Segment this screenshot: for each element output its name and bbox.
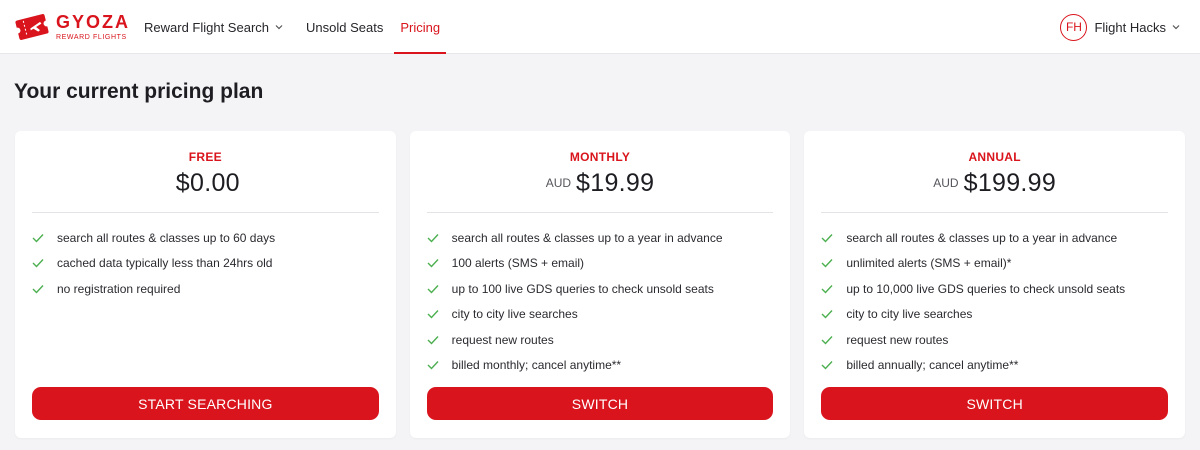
nav-item-pricing[interactable]: Pricing (394, 0, 446, 54)
plan-feature-text: city to city live searches (451, 307, 578, 322)
plan-feature: billed monthly; cancel anytime** (427, 353, 774, 379)
top-navigation-bar: GYOZA REWARD FLIGHTS Reward Flight Searc… (0, 0, 1200, 54)
plan-feature: search all routes & classes up to a year… (427, 225, 774, 251)
plan-feature: billed annually; cancel anytime** (821, 353, 1168, 379)
check-icon (821, 361, 833, 370)
plan-name: MONTHLY (569, 150, 631, 164)
plan-feature-list: search all routes & classes up to 60 day… (32, 225, 379, 302)
nav-item-label: Pricing (400, 19, 441, 35)
plan-feature: request new routes (821, 327, 1168, 353)
plan-currency: AUD (933, 176, 959, 190)
page-title: Your current pricing plan (14, 80, 264, 103)
user-name: Flight Hacks (1094, 19, 1166, 35)
check-icon (427, 284, 439, 294)
nav-item-unsold-seats[interactable]: Unsold Seats (306, 0, 383, 54)
plan-price: $199.99 (963, 169, 1057, 197)
check-icon (427, 233, 439, 243)
plan-name: FREE (188, 150, 222, 164)
plan-feature: request new routes (427, 327, 774, 353)
plan-feature: search all routes & classes up to 60 day… (32, 225, 379, 251)
check-icon (427, 335, 439, 345)
plan-feature-text: search all routes & classes up to 60 day… (57, 230, 276, 245)
plan-feature-list: search all routes & classes up to a year… (821, 225, 1168, 378)
check-icon (427, 259, 439, 268)
nav-item-label: Reward Flight Search (144, 19, 269, 35)
plan-feature-text: search all routes & classes up to a year… (451, 230, 723, 245)
plan-feature: no registration required (32, 276, 379, 302)
plan-name: ANNUAL (968, 150, 1021, 164)
brand-tagline: REWARD FLIGHTS (56, 34, 127, 41)
plan-price: $19.99 (576, 169, 655, 197)
plan-price-row: AUD $19.99 (410, 169, 791, 198)
plan-feature-list: search all routes & classes up to a year… (427, 225, 774, 378)
avatar: FH (1060, 13, 1088, 41)
check-icon (427, 361, 439, 370)
check-icon (821, 335, 833, 345)
check-icon (32, 284, 44, 294)
switch-monthly-button[interactable]: SWITCH (426, 387, 774, 420)
plan-feature-text: up to 100 live GDS queries to check unso… (451, 281, 714, 296)
plan-feature: up to 10,000 live GDS queries to check u… (821, 276, 1168, 302)
main-nav: Reward Flight Search Unsold Seats Pricin… (144, 0, 446, 54)
check-icon (32, 233, 44, 243)
plan-feature: up to 100 live GDS queries to check unso… (427, 276, 774, 302)
plan-card-monthly: MONTHLY AUD $19.99 search all routes & cl… (409, 131, 791, 438)
ticket-logo-icon (14, 14, 50, 40)
switch-annual-button[interactable]: SWITCH (821, 387, 1169, 420)
user-menu[interactable]: FH Flight Hacks (1060, 13, 1180, 41)
plan-currency: AUD (545, 176, 572, 190)
plan-feature-text: billed monthly; cancel anytime** (451, 358, 622, 373)
gyoza-logo[interactable]: GYOZA REWARD FLIGHTS (14, 11, 130, 43)
divider (32, 212, 379, 213)
check-icon (427, 310, 439, 319)
plan-feature-text: 100 alerts (SMS + email) (451, 256, 585, 271)
chevron-down-icon (1172, 25, 1180, 30)
check-icon (821, 284, 833, 294)
plan-feature-text: search all routes & classes up to a year… (846, 230, 1118, 245)
check-icon (32, 259, 44, 268)
chevron-down-icon (275, 25, 283, 30)
plan-feature-text: request new routes (451, 332, 554, 347)
divider (426, 212, 774, 213)
check-icon (821, 259, 833, 268)
plan-feature: 100 alerts (SMS + email) (427, 251, 774, 277)
plan-feature-text: no registration required (57, 281, 181, 296)
check-icon (821, 310, 833, 319)
plan-feature-text: cached data typically less than 24hrs ol… (57, 256, 273, 271)
check-icon (821, 233, 833, 243)
nav-item-reward-flight-search[interactable]: Reward Flight Search (144, 0, 283, 54)
plan-feature: city to city live searches (427, 302, 774, 328)
plan-price: $0.00 (175, 169, 240, 197)
plan-feature-text: unlimited alerts (SMS + email)* (846, 256, 1012, 271)
plan-feature: search all routes & classes up to a year… (821, 225, 1168, 251)
plan-price-row: AUD $199.99 (804, 169, 1185, 198)
plan-feature-text: city to city live searches (846, 307, 973, 322)
plan-feature-text: request new routes (846, 332, 949, 347)
plan-price-row: $0.00 (15, 169, 396, 198)
pricing-plans: FREE $0.00 search all routes & classes u… (15, 131, 1186, 438)
plan-card-free: FREE $0.00 search all routes & classes u… (15, 131, 396, 438)
plan-feature: unlimited alerts (SMS + email)* (821, 251, 1168, 277)
nav-item-label: Unsold Seats (306, 19, 384, 35)
divider (821, 212, 1169, 213)
plan-feature-text: up to 10,000 live GDS queries to check u… (846, 281, 1126, 296)
start-searching-button[interactable]: START SEARCHING (32, 387, 379, 420)
plan-feature: cached data typically less than 24hrs ol… (32, 251, 379, 277)
plan-feature-text: billed annually; cancel anytime** (846, 358, 1019, 373)
brand-name: GYOZA (56, 12, 131, 32)
plan-feature: city to city live searches (821, 302, 1168, 328)
plan-card-annual: ANNUAL AUD $199.99 search all routes & cl… (804, 131, 1186, 438)
